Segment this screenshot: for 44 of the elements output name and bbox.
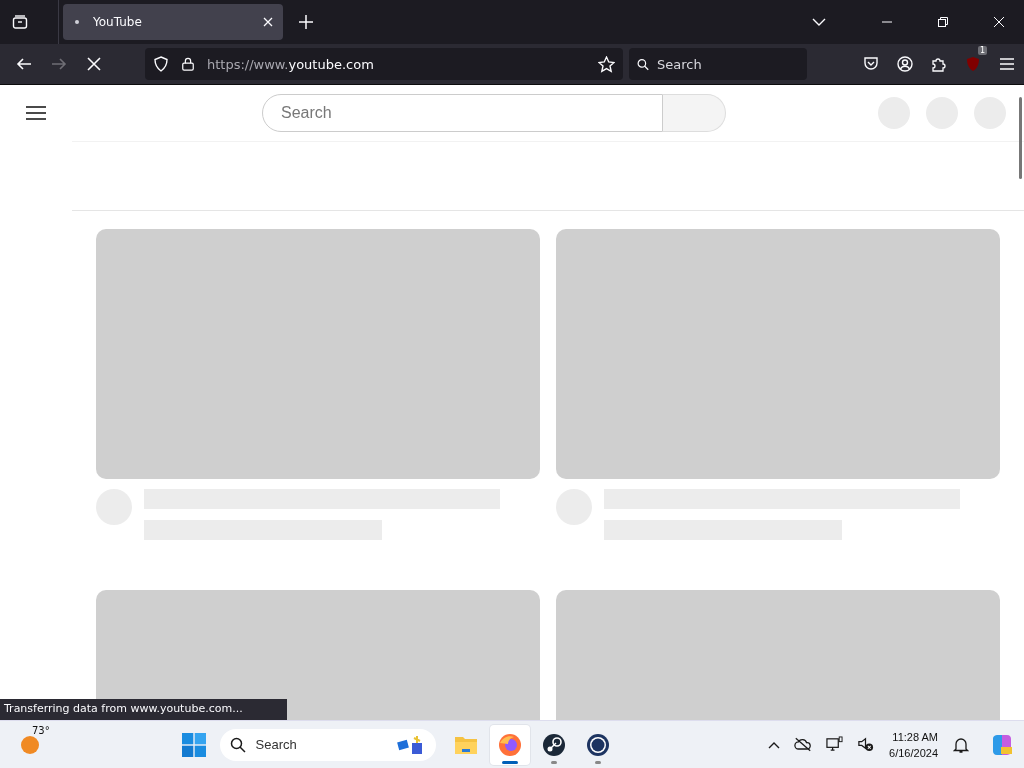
close-tab-icon[interactable] (263, 17, 273, 27)
clock-date[interactable]: 6/16/2024 (889, 744, 938, 761)
taskbar-search-input[interactable]: Search (253, 736, 388, 753)
copilot-icon[interactable] (990, 732, 1014, 757)
fox-globe-icon (497, 732, 522, 757)
pocket-icon[interactable] (863, 56, 879, 72)
close-icon[interactable] (994, 17, 1004, 27)
tab-list-icon[interactable] (12, 14, 28, 30)
restore-icon[interactable] (938, 17, 948, 27)
star-icon[interactable] (598, 55, 615, 73)
taskbar-search-field[interactable]: Search (219, 728, 436, 761)
tab-title: YouTube (93, 15, 143, 29)
clock-time[interactable]: 11:28 AM (892, 728, 938, 745)
back-icon[interactable] (16, 56, 32, 72)
search-icon (229, 736, 246, 753)
shield-icon[interactable] (153, 56, 169, 72)
loading-dot-icon (75, 20, 79, 24)
new-tab-icon[interactable] (299, 15, 313, 29)
status-tooltip: Transferring data from www.youtube.com... (0, 699, 287, 720)
web-search-input[interactable]: Search (655, 55, 799, 73)
browser-tab[interactable]: YouTube (63, 4, 283, 40)
cloud-off-icon[interactable] (794, 737, 813, 752)
network-icon[interactable] (826, 736, 844, 753)
taskbar-app[interactable] (489, 724, 530, 765)
chevron-down-icon[interactable] (812, 18, 826, 26)
steam-icon (541, 732, 566, 757)
forward-icon (51, 56, 67, 72)
stop-icon[interactable] (86, 56, 102, 72)
url-text: https://www.youtube.com (207, 56, 374, 72)
account-icon[interactable] (897, 56, 913, 72)
puzzle-icon[interactable] (931, 56, 947, 72)
scrollbar-thumb[interactable] (1019, 97, 1022, 179)
address-bar[interactable]: https://www.youtube.com (145, 48, 623, 80)
web-search-field[interactable]: Search (629, 48, 807, 80)
bell-icon[interactable] (953, 736, 969, 753)
speaker-muted-icon[interactable] (857, 736, 875, 753)
lock-icon[interactable] (181, 56, 195, 72)
chevron-up-icon[interactable] (768, 740, 781, 749)
weather-temperature: 73° (32, 724, 50, 736)
vr-circle-icon (585, 732, 610, 757)
extension-badge: 1 (977, 46, 987, 55)
start-icon[interactable] (181, 732, 206, 757)
menu-icon[interactable] (26, 106, 46, 120)
search-icon (637, 56, 649, 72)
